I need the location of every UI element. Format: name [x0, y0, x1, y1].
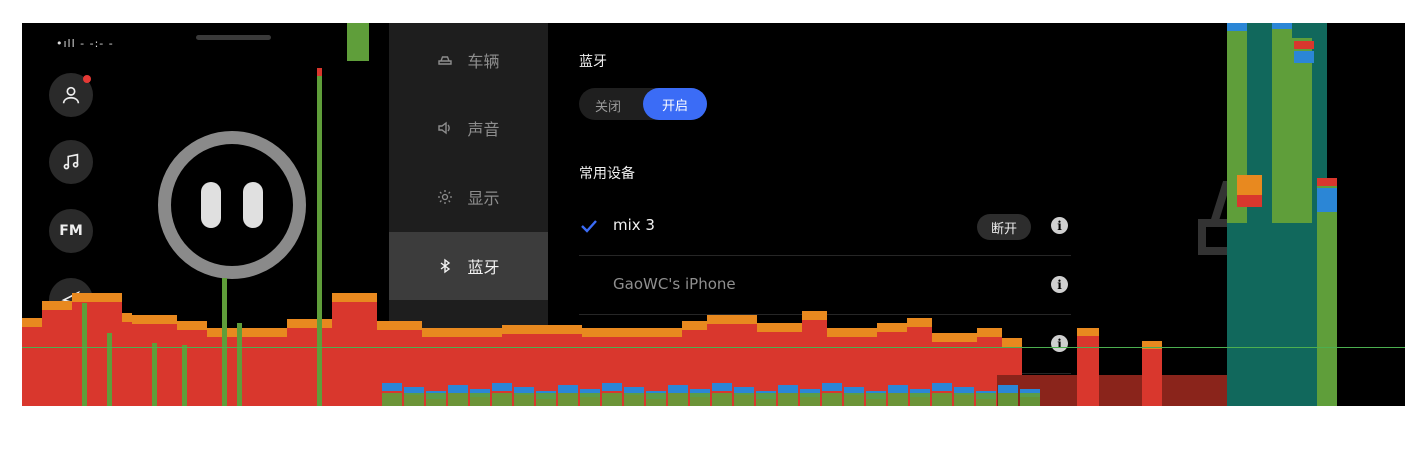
overlay-block	[1272, 23, 1292, 29]
overlay-block	[977, 328, 1002, 337]
color-block-overlay	[22, 23, 1405, 406]
overlay-block	[536, 393, 556, 406]
overlay-block	[976, 393, 996, 406]
overlay-block	[624, 393, 644, 406]
overlay-block	[932, 333, 977, 342]
overlay-block	[182, 345, 187, 406]
overlay-block	[1237, 195, 1262, 207]
overlay-block	[602, 383, 622, 391]
overlay-block	[888, 393, 908, 406]
overlay-block	[778, 393, 798, 406]
overlay-block	[237, 323, 242, 406]
overlay-block	[1294, 41, 1314, 49]
overlay-block	[470, 393, 490, 406]
overlay-block	[1002, 338, 1022, 347]
overlay-block	[712, 393, 732, 406]
overlay-block	[1294, 51, 1314, 63]
overlay-block	[492, 383, 512, 391]
overlay-block	[756, 393, 776, 406]
overlay-block	[844, 393, 864, 406]
overlay-block	[287, 319, 332, 328]
overlay-block	[122, 313, 132, 322]
overlay-block	[707, 315, 757, 324]
overlay-block	[932, 383, 952, 391]
overlay-block	[668, 393, 688, 406]
overlay-block	[1317, 178, 1337, 186]
overlay-block	[1227, 23, 1247, 31]
overlay-block	[22, 318, 42, 406]
overlay-block	[757, 323, 802, 332]
overlay-block	[332, 293, 377, 406]
car-infotainment-screen: •ıll - -:- - FM 车辆 声音 显示 蓝牙 蓝牙 关闭 开启 常用设…	[22, 23, 1405, 406]
overlay-block	[1020, 393, 1040, 406]
overlay-block	[382, 383, 402, 391]
overlay-block	[72, 293, 122, 406]
overlay-block	[822, 393, 842, 406]
overlay-block	[377, 321, 422, 330]
overlay-block	[734, 393, 754, 406]
overlay-block	[222, 278, 227, 406]
overlay-block	[152, 343, 157, 406]
overlay-block	[42, 301, 72, 406]
overlay-block	[382, 393, 402, 406]
overlay-block	[177, 321, 207, 406]
overlay-block	[800, 393, 820, 406]
overlay-block	[42, 301, 72, 310]
overlay-block	[954, 393, 974, 406]
overlay-block	[998, 385, 1018, 393]
overlay-block	[426, 393, 446, 406]
overlay-block	[1142, 341, 1162, 406]
overlay-block	[347, 23, 369, 61]
overlay-block	[107, 333, 112, 406]
overlay-block	[690, 393, 710, 406]
overlay-block	[22, 318, 42, 327]
overlay-block	[558, 385, 578, 393]
overlay-block	[72, 293, 122, 302]
overlay-block	[907, 318, 932, 327]
overlay-block	[122, 313, 132, 406]
overlay-block	[646, 393, 666, 406]
overlay-block	[1317, 188, 1337, 212]
overlay-block	[932, 393, 952, 406]
overlay-block	[82, 303, 87, 406]
overlay-block	[332, 293, 377, 302]
overlay-block	[492, 393, 512, 406]
overlay-block	[287, 319, 332, 406]
overlay-block	[1077, 328, 1099, 336]
overlay-block	[177, 321, 207, 330]
overlay-block	[668, 385, 688, 393]
overlay-block	[207, 328, 287, 406]
overlay-block	[22, 347, 1405, 348]
overlay-block	[404, 393, 424, 406]
overlay-block	[998, 393, 1018, 406]
overlay-block	[910, 393, 930, 406]
overlay-block	[1237, 175, 1262, 195]
overlay-block	[802, 311, 827, 320]
overlay-block	[1077, 328, 1099, 406]
overlay-block	[448, 393, 468, 406]
overlay-block	[822, 383, 842, 391]
overlay-block	[317, 68, 322, 76]
overlay-block	[558, 393, 578, 406]
overlay-block	[1272, 23, 1292, 223]
overlay-block	[448, 385, 468, 393]
overlay-block	[207, 328, 287, 337]
overlay-block	[514, 393, 534, 406]
overlay-block	[888, 385, 908, 393]
overlay-block	[317, 68, 322, 406]
overlay-block	[422, 328, 502, 337]
overlay-block	[580, 393, 600, 406]
overlay-block	[712, 383, 732, 391]
overlay-block	[827, 328, 877, 337]
overlay-block	[877, 323, 907, 332]
overlay-block	[582, 328, 682, 337]
overlay-block	[778, 385, 798, 393]
overlay-block	[866, 393, 886, 406]
overlay-block	[1292, 38, 1312, 223]
overlay-block	[132, 315, 177, 324]
overlay-block	[602, 393, 622, 406]
overlay-block	[1317, 178, 1337, 406]
overlay-block	[682, 321, 707, 330]
overlay-block	[502, 325, 582, 334]
